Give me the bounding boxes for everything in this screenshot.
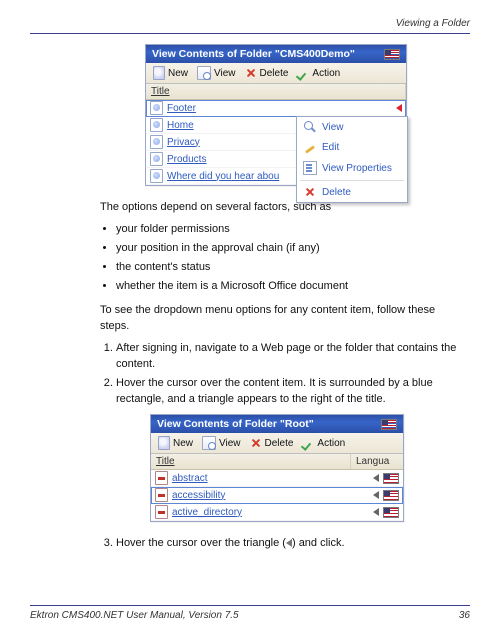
- row-label: abstract: [172, 473, 369, 484]
- page-icon: [150, 101, 163, 115]
- view-icon: [202, 436, 216, 450]
- menu-item-delete[interactable]: Delete: [297, 182, 407, 202]
- toolbar: New View Delete Action: [146, 63, 406, 84]
- menu-item-view-properties[interactable]: View Properties: [297, 157, 407, 179]
- window-title: View Contents of Folder "Root": [157, 418, 377, 430]
- screenshot-folder-root: View Contents of Folder "Root" New View …: [150, 414, 470, 522]
- dropdown-triangle-icon[interactable]: [396, 104, 402, 112]
- grid-body: Footer Home Privacy Products Wher: [146, 100, 406, 185]
- view-label: View: [219, 438, 241, 449]
- menu-label: View Properties: [322, 163, 392, 174]
- delete-icon: [250, 437, 262, 449]
- new-label: New: [173, 438, 193, 449]
- page-icon: [150, 118, 163, 132]
- flag-icon: [383, 473, 399, 484]
- screenshot-folder-cms400demo: View Contents of Folder "CMS400Demo" New…: [145, 44, 470, 186]
- column-header-row: Title: [146, 84, 406, 100]
- dropdown-triangle-icon[interactable]: [373, 508, 379, 516]
- new-button[interactable]: New: [150, 65, 191, 81]
- menu-separator: [300, 180, 404, 181]
- pdf-icon: [155, 488, 168, 502]
- pencil-icon: [304, 141, 316, 153]
- action-button[interactable]: Action: [294, 66, 343, 80]
- step-item: Hover the cursor over the content item. …: [116, 376, 466, 408]
- flag-icon: [383, 507, 399, 518]
- action-label: Action: [317, 438, 345, 449]
- delete-icon: [245, 67, 257, 79]
- bullet-item: the content's status: [116, 260, 466, 276]
- magnifier-icon: [304, 121, 316, 133]
- pdf-icon: [155, 471, 168, 485]
- delete-button[interactable]: Delete: [242, 66, 292, 80]
- bullet-item: whether the item is a Microsoft Office d…: [116, 279, 466, 295]
- window-titlebar: View Contents of Folder "CMS400Demo": [146, 45, 406, 63]
- page-number: 36: [459, 610, 470, 621]
- paragraph: The options depend on several factors, s…: [100, 200, 466, 216]
- check-icon: [302, 437, 314, 449]
- step-text-b: ) and click.: [292, 537, 345, 549]
- delete-icon: [304, 186, 316, 198]
- new-button[interactable]: New: [155, 435, 196, 451]
- grid-body: abstract accessibility active_directory: [151, 470, 403, 521]
- menu-item-edit[interactable]: Edit: [297, 137, 407, 157]
- menu-label: Edit: [322, 142, 339, 153]
- new-icon: [158, 436, 170, 450]
- action-button[interactable]: Action: [299, 436, 348, 450]
- check-icon: [297, 67, 309, 79]
- column-language[interactable]: Langua: [351, 454, 403, 469]
- step-item: After signing in, navigate to a Web page…: [116, 341, 466, 373]
- view-button[interactable]: View: [194, 65, 239, 81]
- page-icon: [150, 135, 163, 149]
- body-text: The options depend on several factors, s…: [100, 200, 466, 408]
- pdf-icon: [155, 505, 168, 519]
- flag-icon: [381, 419, 397, 430]
- dropdown-triangle-icon[interactable]: [373, 474, 379, 482]
- window-title: View Contents of Folder "CMS400Demo": [152, 48, 380, 60]
- menu-label: Delete: [322, 187, 351, 198]
- page-header: Viewing a Folder: [30, 18, 470, 34]
- new-icon: [153, 66, 165, 80]
- page-icon: [150, 152, 163, 166]
- row-label: accessibility: [172, 490, 367, 501]
- menu-item-view[interactable]: View: [297, 117, 407, 137]
- step-item: Hover the cursor over the triangle ( ) an…: [116, 536, 466, 552]
- view-icon: [197, 66, 211, 80]
- list-item[interactable]: abstract: [151, 470, 403, 487]
- action-label: Action: [312, 68, 340, 79]
- list-item[interactable]: accessibility: [151, 487, 403, 504]
- page-icon: [150, 169, 163, 183]
- flag-icon: [384, 49, 400, 60]
- column-title[interactable]: Title: [146, 84, 406, 99]
- list-item[interactable]: Footer: [146, 100, 406, 117]
- view-label: View: [214, 68, 236, 79]
- paragraph: To see the dropdown menu options for any…: [100, 303, 466, 335]
- column-header-row: Title Langua: [151, 454, 403, 470]
- column-title[interactable]: Title: [151, 454, 351, 469]
- bullet-item: your folder permissions: [116, 222, 466, 238]
- row-label: active_directory: [172, 507, 369, 518]
- flag-icon: [383, 490, 399, 501]
- footer-left: Ektron CMS400.NET User Manual, Version 7…: [30, 610, 239, 621]
- delete-button[interactable]: Delete: [247, 436, 297, 450]
- page-footer: Ektron CMS400.NET User Manual, Version 7…: [30, 605, 470, 621]
- delete-label: Delete: [265, 438, 294, 449]
- dropdown-triangle-icon[interactable]: [373, 491, 379, 499]
- window-titlebar: View Contents of Folder "Root": [151, 415, 403, 433]
- menu-label: View: [322, 122, 344, 133]
- list-item[interactable]: active_directory: [151, 504, 403, 521]
- step-text-a: Hover the cursor over the triangle (: [116, 537, 286, 549]
- body-text: Hover the cursor over the triangle ( ) an…: [100, 536, 466, 552]
- properties-icon: [303, 161, 317, 175]
- new-label: New: [168, 68, 188, 79]
- view-button[interactable]: View: [199, 435, 244, 451]
- context-menu: View Edit View Properties Delete: [296, 116, 408, 203]
- bullet-item: your position in the approval chain (if …: [116, 241, 466, 257]
- toolbar: New View Delete Action: [151, 433, 403, 454]
- row-label: Footer: [167, 103, 390, 114]
- delete-label: Delete: [260, 68, 289, 79]
